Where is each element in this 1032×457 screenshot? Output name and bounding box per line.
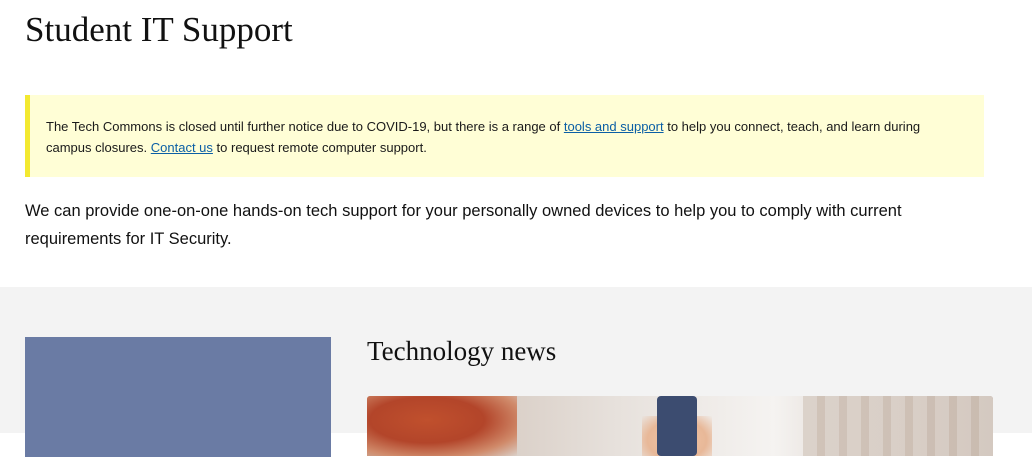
lower-section: Technology news	[0, 287, 1032, 457]
intro-paragraph: We can provide one-on-one hands-on tech …	[25, 202, 902, 248]
news-feature-image[interactable]	[367, 396, 993, 456]
contact-us-link[interactable]: Contact us	[151, 140, 213, 155]
sidebar-feature-block[interactable]	[25, 337, 331, 457]
tools-and-support-link[interactable]: tools and support	[564, 119, 664, 134]
notice-text-part-3: to request remote computer support.	[212, 140, 427, 155]
notice-text-part-1: The Tech Commons is closed until further…	[46, 119, 564, 134]
image-background-stripes	[803, 396, 993, 456]
covid-notice-banner: The Tech Commons is closed until further…	[25, 95, 984, 177]
image-hair-region	[367, 396, 517, 456]
technology-news-heading: Technology news	[367, 336, 557, 366]
image-phone-region	[657, 396, 697, 456]
page-title: Student IT Support	[25, 10, 293, 49]
